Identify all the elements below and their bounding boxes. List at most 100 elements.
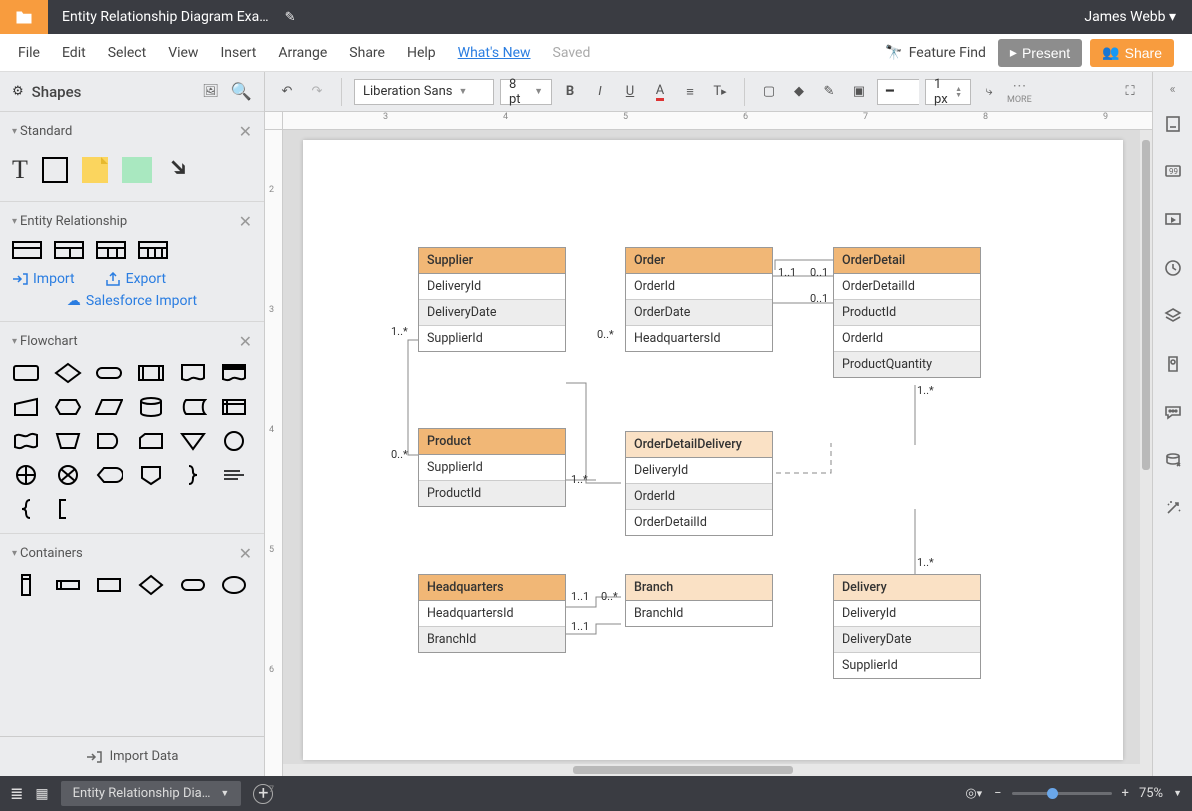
menu-edit[interactable]: Edit bbox=[62, 45, 86, 61]
zoom-slider[interactable] bbox=[1012, 792, 1112, 795]
database-shape[interactable] bbox=[137, 395, 165, 419]
entity-branch[interactable]: Branch BranchId bbox=[625, 574, 773, 627]
connector-shape[interactable] bbox=[220, 429, 248, 453]
target-icon[interactable]: ◎▾ bbox=[965, 786, 982, 801]
shadow-icon[interactable]: ▣ bbox=[847, 80, 871, 104]
undo-icon[interactable]: ↶ bbox=[275, 80, 299, 104]
feature-find[interactable]: 🔭 Feature Find bbox=[885, 45, 986, 61]
entity-order[interactable]: Order OrderId OrderDate HeadquartersId bbox=[625, 247, 773, 352]
menu-arrange[interactable]: Arrange bbox=[278, 45, 327, 61]
brace-right-shape[interactable] bbox=[179, 463, 207, 487]
rect-container-shape[interactable] bbox=[95, 573, 123, 597]
border-icon[interactable]: ✎ bbox=[817, 80, 841, 104]
menu-help[interactable]: Help bbox=[407, 45, 436, 61]
close-icon[interactable]: ✕ bbox=[239, 544, 252, 563]
zoom-in-icon[interactable]: + bbox=[1122, 786, 1129, 801]
decision-shape[interactable] bbox=[54, 361, 82, 385]
swimlane-h-shape[interactable] bbox=[54, 573, 82, 597]
menu-whats-new[interactable]: What's New bbox=[458, 45, 531, 61]
align-icon[interactable]: ≡ bbox=[678, 80, 702, 104]
image-icon[interactable]: 🖼 bbox=[202, 84, 219, 99]
zoom-level[interactable]: 75% bbox=[1139, 786, 1163, 801]
fullscreen-icon[interactable]: ⛶ bbox=[1118, 80, 1142, 104]
text-options-icon[interactable]: T▸ bbox=[708, 80, 732, 104]
line-style-select[interactable]: ━ bbox=[877, 79, 919, 105]
master-icon[interactable] bbox=[1153, 340, 1192, 388]
search-icon[interactable]: 🔍 bbox=[231, 82, 252, 102]
layers-icon[interactable] bbox=[1153, 292, 1192, 340]
chat-icon[interactable] bbox=[1153, 388, 1192, 436]
underline-icon[interactable]: U bbox=[618, 80, 642, 104]
close-icon[interactable]: ✕ bbox=[239, 122, 252, 141]
present-button[interactable]: ▸ Present bbox=[998, 39, 1082, 67]
data-linking-icon[interactable] bbox=[1153, 436, 1192, 484]
er-table-2[interactable] bbox=[54, 241, 84, 259]
close-icon[interactable]: ✕ bbox=[239, 212, 252, 231]
data-shape[interactable] bbox=[95, 395, 123, 419]
text-shape[interactable]: T bbox=[12, 155, 28, 185]
import-data-button[interactable]: Import Data bbox=[0, 736, 264, 776]
bracket-shape[interactable] bbox=[54, 497, 82, 521]
zoom-control[interactable]: − + 75%▼ bbox=[994, 786, 1182, 801]
note-shape[interactable] bbox=[82, 157, 108, 183]
diamond-container-shape[interactable] bbox=[137, 573, 165, 597]
bold-icon[interactable]: B bbox=[558, 80, 582, 104]
import-link[interactable]: Import bbox=[12, 271, 75, 287]
entity-order-detail-delivery[interactable]: OrderDetailDelivery DeliveryId OrderId O… bbox=[625, 431, 773, 536]
italic-icon[interactable]: I bbox=[588, 80, 612, 104]
salesforce-import-link[interactable]: ☁Salesforce Import bbox=[12, 293, 252, 309]
fill-icon[interactable]: ◆ bbox=[787, 80, 811, 104]
menu-insert[interactable]: Insert bbox=[220, 45, 256, 61]
font-size-select[interactable]: 8 pt▼ bbox=[500, 79, 552, 105]
canvas[interactable]: Supplier DeliveryId DeliveryDate Supplie… bbox=[283, 130, 1152, 776]
list-view-icon[interactable]: ≣ bbox=[10, 784, 23, 803]
export-link[interactable]: Export bbox=[105, 271, 166, 287]
share-button[interactable]: 👥Share bbox=[1090, 39, 1174, 67]
entity-order-detail[interactable]: OrderDetail OrderDetailId ProductId Orde… bbox=[833, 247, 981, 378]
card-shape[interactable] bbox=[137, 429, 165, 453]
text-color-icon[interactable]: A bbox=[648, 80, 672, 104]
gear-icon[interactable]: ⚙ bbox=[12, 84, 24, 99]
predefined-shape[interactable] bbox=[137, 361, 165, 385]
pill-container-shape[interactable] bbox=[179, 573, 207, 597]
merge-shape[interactable] bbox=[179, 429, 207, 453]
entity-headquarters[interactable]: Headquarters HeadquartersId BranchId bbox=[418, 574, 566, 653]
stored-data-shape[interactable] bbox=[179, 395, 207, 419]
rect-shape[interactable] bbox=[42, 157, 68, 183]
process-shape[interactable] bbox=[12, 361, 40, 385]
folder-icon[interactable] bbox=[0, 0, 48, 34]
manual-op-shape[interactable] bbox=[54, 429, 82, 453]
delay-shape[interactable] bbox=[95, 429, 123, 453]
swimlane-v-shape[interactable] bbox=[12, 573, 40, 597]
entity-delivery[interactable]: Delivery DeliveryId DeliveryDate Supplie… bbox=[833, 574, 981, 679]
pencil-icon[interactable]: ✎ bbox=[285, 10, 296, 25]
manual-input-shape[interactable] bbox=[12, 395, 40, 419]
tape-shape[interactable] bbox=[12, 429, 40, 453]
display-shape[interactable] bbox=[95, 463, 123, 487]
redo-icon[interactable]: ↷ bbox=[305, 80, 329, 104]
comments-icon[interactable]: 99 bbox=[1153, 148, 1192, 196]
horizontal-scrollbar[interactable] bbox=[283, 764, 1152, 776]
brace-left-shape[interactable] bbox=[12, 497, 40, 521]
vertical-scrollbar[interactable] bbox=[1140, 130, 1152, 776]
terminator-shape[interactable] bbox=[95, 361, 123, 385]
entity-supplier[interactable]: Supplier DeliveryId DeliveryDate Supplie… bbox=[418, 247, 566, 352]
font-select[interactable]: Liberation Sans▼ bbox=[354, 79, 494, 105]
or-shape[interactable] bbox=[54, 463, 82, 487]
note-shape[interactable] bbox=[220, 463, 248, 487]
collapse-panel-icon[interactable]: « bbox=[1169, 78, 1175, 100]
hotspot-shape[interactable] bbox=[122, 157, 152, 183]
offpage-shape[interactable] bbox=[137, 463, 165, 487]
page-settings-icon[interactable] bbox=[1153, 100, 1192, 148]
er-table-3[interactable] bbox=[96, 241, 126, 259]
magic-icon[interactable] bbox=[1153, 484, 1192, 532]
presentation-icon[interactable] bbox=[1153, 196, 1192, 244]
document-title[interactable]: Entity Relationship Diagram Exa… bbox=[48, 9, 283, 25]
document-shape[interactable] bbox=[179, 361, 207, 385]
menu-share[interactable]: Share bbox=[349, 45, 385, 61]
internal-storage-shape[interactable] bbox=[220, 395, 248, 419]
menu-select[interactable]: Select bbox=[108, 45, 146, 61]
line-route-icon[interactable]: ⤷ bbox=[977, 80, 1001, 104]
circle-container-shape[interactable] bbox=[220, 573, 248, 597]
entity-product[interactable]: Product SupplierId ProductId bbox=[418, 428, 566, 507]
